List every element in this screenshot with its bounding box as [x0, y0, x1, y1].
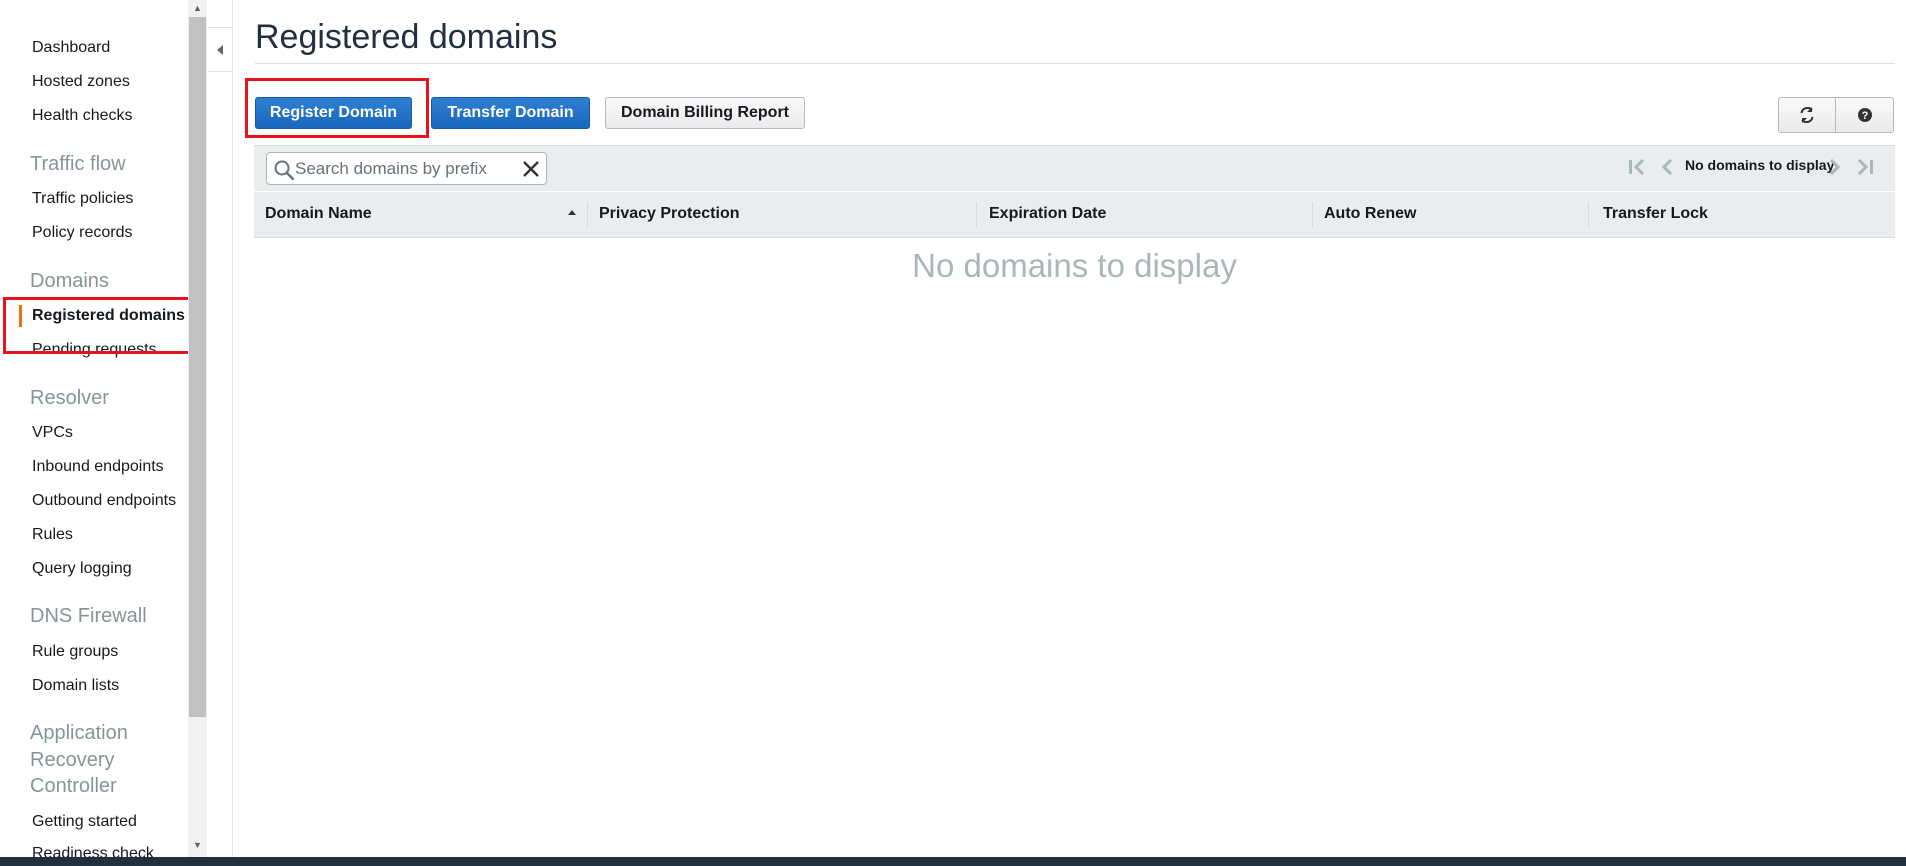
pager-status: No domains to display: [1685, 157, 1835, 173]
help-button[interactable]: ?: [1836, 97, 1894, 133]
collapse-sidebar-button[interactable]: [208, 27, 233, 72]
sidebar-item-vpcs[interactable]: VPCs: [32, 424, 73, 442]
sidebar-item-outbound-endpoints[interactable]: Outbound endpoints: [32, 492, 176, 510]
sidebar-item-rules[interactable]: Rules: [32, 526, 73, 544]
sidebar-nav: Dashboard Hosted zones Health checks Tra…: [0, 0, 189, 857]
sidebar-scrollbar[interactable]: ▲ ▼: [188, 0, 207, 857]
search-box: [266, 152, 547, 185]
sidebar-item-query-logging[interactable]: Query logging: [32, 560, 132, 578]
column-header-domain-name[interactable]: Domain Name: [265, 205, 372, 223]
sidebar-item-domain-lists[interactable]: Domain lists: [32, 677, 119, 695]
sidebar-divider: [232, 0, 233, 857]
column-separator[interactable]: [1588, 202, 1589, 228]
title-divider: [255, 63, 1895, 64]
highlight-register-domain: [245, 78, 429, 138]
sidebar-section-arc-line2: Recovery: [30, 749, 115, 771]
sort-ascending-icon[interactable]: [568, 210, 576, 215]
scroll-down-icon[interactable]: ▼: [188, 837, 207, 853]
column-separator[interactable]: [587, 202, 588, 228]
refresh-icon: [1800, 107, 1814, 123]
sidebar-item-health-checks[interactable]: Health checks: [32, 107, 133, 125]
sidebar-item-inbound-endpoints[interactable]: Inbound endpoints: [32, 458, 164, 476]
clear-search-icon[interactable]: [521, 159, 541, 179]
app-root: Dashboard Hosted zones Health checks Tra…: [0, 0, 1906, 866]
refresh-button[interactable]: [1778, 97, 1836, 133]
bottom-bar: [0, 857, 1906, 866]
caret-left-icon: [217, 44, 223, 55]
sidebar-section-arc-line1: Application: [30, 722, 128, 744]
column-header-auto-renew[interactable]: Auto Renew: [1324, 205, 1416, 223]
svg-text:?: ?: [1861, 110, 1868, 122]
sidebar-item-getting-started[interactable]: Getting started: [32, 813, 137, 831]
next-page-icon[interactable]: [1829, 159, 1841, 175]
first-page-icon[interactable]: [1628, 159, 1646, 175]
sidebar-item-policy-records[interactable]: Policy records: [32, 224, 132, 242]
sidebar-section-resolver: Resolver: [30, 387, 109, 409]
transfer-domain-button[interactable]: Transfer Domain: [431, 97, 590, 129]
column-header-expiration-date[interactable]: Expiration Date: [989, 205, 1106, 223]
sidebar-item-readiness-check[interactable]: Readiness check: [32, 845, 154, 857]
table-empty-message: No domains to display: [912, 247, 1237, 284]
sidebar-section-dns-firewall: DNS Firewall: [30, 605, 147, 627]
help-icon: ?: [1857, 108, 1872, 122]
scroll-thumb[interactable]: [189, 17, 206, 717]
search-icon: [274, 160, 294, 180]
table-header: Domain Name Privacy Protection Expiratio…: [254, 192, 1895, 238]
sidebar-section-domains: Domains: [30, 270, 109, 292]
sidebar-item-traffic-policies[interactable]: Traffic policies: [32, 190, 133, 208]
highlight-registered-domains: [3, 297, 196, 354]
column-header-privacy-protection[interactable]: Privacy Protection: [599, 205, 740, 223]
scroll-up-icon[interactable]: ▲: [188, 0, 207, 16]
sidebar-item-rule-groups[interactable]: Rule groups: [32, 643, 118, 661]
column-header-transfer-lock[interactable]: Transfer Lock: [1603, 205, 1708, 223]
sidebar-item-hosted-zones[interactable]: Hosted zones: [32, 73, 130, 91]
sidebar-section-arc-line3: Controller: [30, 775, 117, 797]
sidebar-section-traffic-flow: Traffic flow: [30, 153, 126, 175]
last-page-icon[interactable]: [1856, 159, 1874, 175]
sidebar-item-dashboard[interactable]: Dashboard: [32, 39, 110, 57]
search-input[interactable]: [295, 156, 505, 181]
domain-billing-report-button[interactable]: Domain Billing Report: [605, 97, 805, 129]
previous-page-icon[interactable]: [1661, 159, 1673, 175]
column-separator[interactable]: [1312, 202, 1313, 228]
column-separator[interactable]: [976, 202, 977, 228]
page-title: Registered domains: [255, 18, 558, 56]
